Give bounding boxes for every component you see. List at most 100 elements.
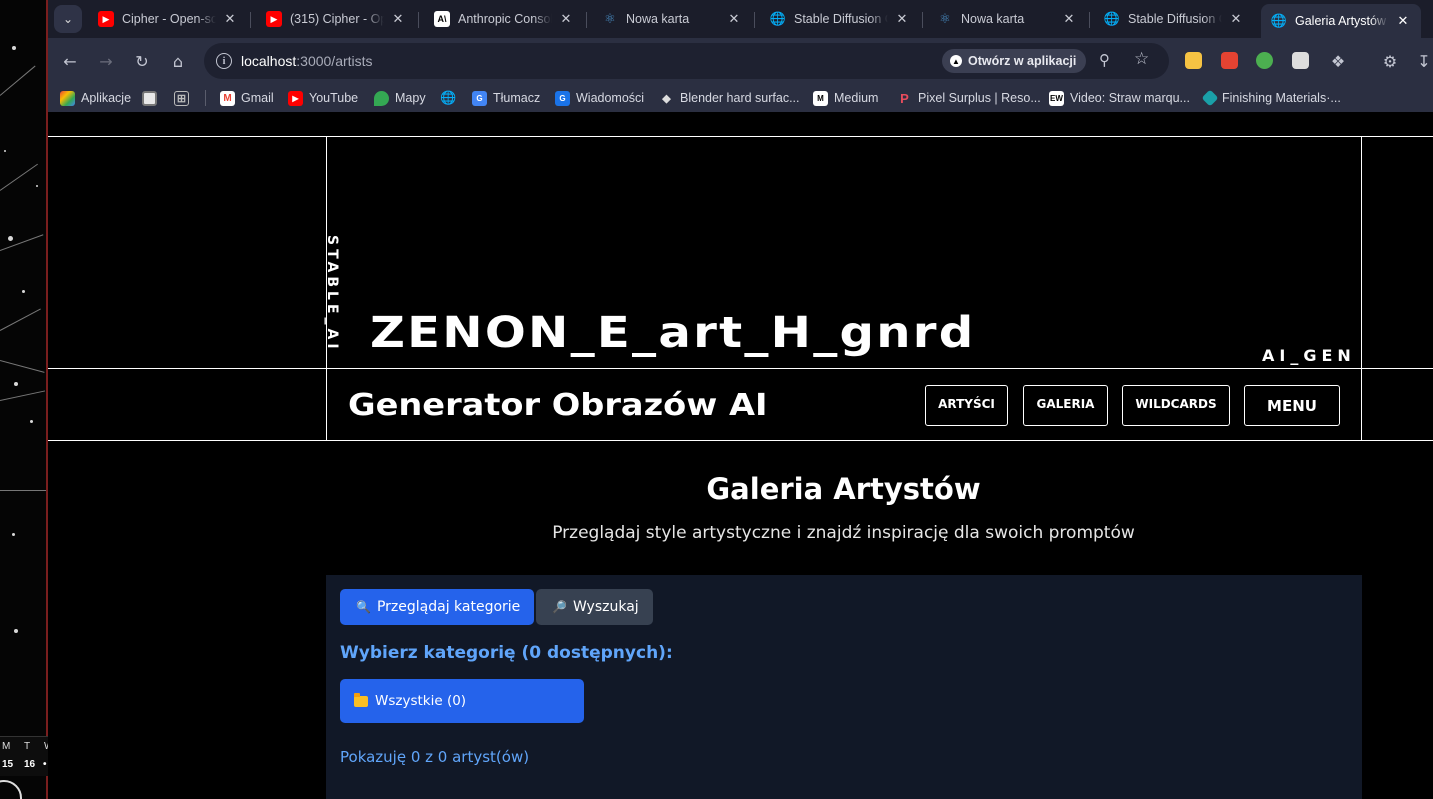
tab[interactable]: ▶ (315) Cipher - Open ✕ <box>256 4 416 34</box>
corner-label: AI_GEN <box>1262 346 1356 365</box>
close-icon[interactable]: ✕ <box>222 11 238 27</box>
bookmark-pixel-surplus[interactable]: P Pixel Surplus | Reso... <box>897 89 1041 107</box>
tab-search-chevron-icon[interactable]: ⌄ <box>54 5 82 33</box>
close-icon[interactable]: ✕ <box>390 11 406 27</box>
maps-icon <box>374 90 389 106</box>
globe-icon: 🌐 <box>1103 11 1121 26</box>
circle-icon <box>0 780 22 799</box>
open-in-app-button[interactable]: ▲ Otwórz w aplikacji <box>942 49 1087 73</box>
bookmark-label: Mapy <box>395 91 426 105</box>
youtube-icon: ▶ <box>288 90 303 106</box>
open-in-app-label: Otwórz w aplikacji <box>968 54 1077 68</box>
tab-title: Stable Diffusion Guide <box>1128 12 1222 26</box>
calendar-day[interactable]: • <box>43 759 47 770</box>
bookmark-label: Pixel Surplus | Reso... <box>918 91 1041 105</box>
bookmark-apps[interactable]: Aplikacje <box>60 89 131 107</box>
close-icon[interactable]: ✕ <box>726 11 742 27</box>
calendar-day[interactable]: 15 <box>2 759 13 770</box>
calendar-day[interactable]: 16 <box>24 759 35 770</box>
bookmark-maps[interactable]: Mapy <box>374 89 426 107</box>
browse-categories-label: Przeglądaj kategorie <box>376 599 521 615</box>
reload-icon[interactable]: ↻ <box>130 49 154 73</box>
address-bar[interactable]: i localhost:3000/artists ▲ Otwórz w apli… <box>204 43 1169 79</box>
tab-title: Nowa karta <box>626 12 690 26</box>
nav-gallery-button[interactable]: GALERIA <box>1023 385 1108 426</box>
chrome-extension-icon[interactable] <box>1256 52 1273 69</box>
taskbar-calendar: M T W 15 16 • <box>0 736 48 776</box>
apps-icon <box>60 90 75 106</box>
gmail-icon: M <box>220 90 235 106</box>
bookmark-video[interactable]: EW Video: Straw marqu... <box>1049 89 1190 107</box>
youtube-icon: ▶ <box>98 11 114 27</box>
forward-arrow-icon[interactable]: → <box>94 49 118 73</box>
site-title: ZENON_E_art_H_gnrd <box>370 308 976 358</box>
tab-title: Stable Diffusion Guide <box>794 12 888 26</box>
app-icon: ▲ <box>950 55 962 67</box>
tab-title: (315) Cipher - Open <box>290 12 384 26</box>
bookmark-finishing[interactable]: Finishing Materials·... <box>1201 89 1341 107</box>
bookmark[interactable]: ⊞ <box>174 89 195 107</box>
profile-icon[interactable]: ⚙ <box>1378 49 1402 73</box>
youtube-icon: ▶ <box>266 11 282 27</box>
keep-extension-icon[interactable] <box>1185 52 1202 69</box>
magnifier-icon: 🔍 <box>356 600 371 614</box>
url-path: :3000/artists <box>296 53 373 69</box>
pixel-surplus-icon: P <box>900 90 909 106</box>
home-icon[interactable]: ⌂ <box>166 49 190 73</box>
translate-icon: G <box>472 90 487 106</box>
bookmark[interactable] <box>142 89 163 107</box>
globe-icon: 🌐 <box>1270 13 1288 28</box>
nav-wildcards-button[interactable]: WILDCARDS <box>1122 385 1230 426</box>
close-icon[interactable]: ✕ <box>1061 11 1077 27</box>
close-icon[interactable]: ✕ <box>894 11 910 27</box>
bookmark-blender[interactable]: ◆ Blender hard surfac... <box>659 89 799 107</box>
search-label: Wyszukaj <box>572 599 639 615</box>
tab[interactable]: A\ Anthropic Console ✕ <box>424 4 584 34</box>
category-all-button[interactable]: Wszystkie (0) <box>340 679 584 723</box>
url-text[interactable]: localhost:3000/artists <box>241 53 373 69</box>
tab-title: Anthropic Console <box>458 12 552 26</box>
close-icon[interactable]: ✕ <box>1228 11 1244 27</box>
tab-title: Cipher - Open-source <box>122 12 216 26</box>
tab-active[interactable]: 🌐 Galeria Artystów - ✕ <box>1261 4 1421 38</box>
back-arrow-icon[interactable]: ← <box>58 49 82 73</box>
close-icon[interactable]: ✕ <box>1395 13 1411 29</box>
puzzle-extensions-icon[interactable]: ❖ <box>1326 49 1350 73</box>
bookmark-youtube[interactable]: ▶ YouTube <box>288 89 358 107</box>
bookmark[interactable]: 🌐 <box>440 89 462 107</box>
tab[interactable]: ⚛ Nowa karta ✕ <box>927 4 1087 34</box>
nav-artists-button[interactable]: ARTYŚCI <box>925 385 1008 426</box>
browse-categories-button[interactable]: 🔍 Przeglądaj kategorie <box>340 589 535 625</box>
todoist-extension-icon[interactable] <box>1221 52 1238 69</box>
tab[interactable]: ▶ Cipher - Open-source ✕ <box>88 4 248 34</box>
globe-icon: 🌐 <box>769 11 787 26</box>
tab-title: Galeria Artystów - <box>1295 14 1389 28</box>
menu-button[interactable]: MENU <box>1244 385 1340 426</box>
bookmark-translate[interactable]: G Tłumacz <box>472 89 540 107</box>
video-icon: EW <box>1049 90 1064 106</box>
extension-icon[interactable] <box>1292 52 1309 69</box>
bookmark-star-icon[interactable]: ☆ <box>1134 49 1149 69</box>
news-icon: G <box>555 90 570 106</box>
download-icon[interactable]: ↧ <box>1412 49 1433 73</box>
choose-category-heading: Wybierz kategorię (0 dostępnych): <box>340 643 673 663</box>
bookmark-medium[interactable]: M Medium <box>813 89 878 107</box>
bookmark-label: Gmail <box>241 91 274 105</box>
zoom-icon[interactable]: ⚲ <box>1099 51 1110 69</box>
search-button[interactable]: 🔎 Wyszukaj <box>536 589 653 625</box>
finishing-icon <box>1201 89 1219 107</box>
results-count: Pokazuję 0 z 0 artyst(ów) <box>340 748 530 766</box>
anthropic-icon: A\ <box>434 11 450 27</box>
folder-icon <box>354 692 368 707</box>
bookmark-news[interactable]: G Wiadomości <box>555 89 644 107</box>
close-icon[interactable]: ✕ <box>558 11 574 27</box>
site-info-icon[interactable]: i <box>216 53 232 69</box>
bookmark-gmail[interactable]: M Gmail <box>220 89 274 107</box>
bookmark-label: Finishing Materials·... <box>1222 91 1341 105</box>
tab[interactable]: 🌐 Stable Diffusion Guide ✕ <box>760 4 920 34</box>
tab[interactable]: ⚛ Nowa karta ✕ <box>592 4 752 34</box>
browser-window: ⌄ ▶ Cipher - Open-source ✕ ▶ (315) Ciphe… <box>48 0 1433 799</box>
url-host: localhost <box>241 53 297 69</box>
tab[interactable]: 🌐 Stable Diffusion Guide ✕ <box>1094 4 1254 34</box>
browser-toolbar: ← → ↻ ⌂ i localhost:3000/artists ▲ Otwór… <box>48 38 1433 84</box>
